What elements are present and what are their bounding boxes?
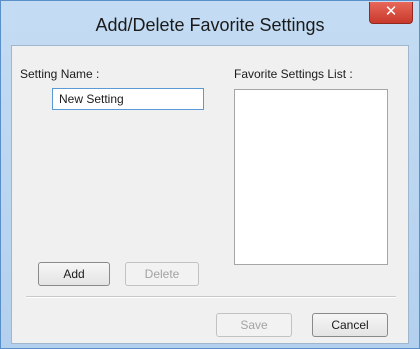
save-button[interactable]: Save [216, 313, 292, 337]
dialog-window: Add/Delete Favorite Settings ✕ Setting N… [0, 0, 420, 349]
divider [26, 296, 396, 298]
setting-name-label: Setting Name : [20, 67, 100, 81]
add-button[interactable]: Add [38, 262, 110, 286]
dialog-body: Setting Name : Favorite Settings List : … [11, 45, 409, 344]
favorite-settings-list-label: Favorite Settings List : [234, 67, 353, 81]
setting-name-input[interactable] [52, 88, 204, 110]
close-button[interactable]: ✕ [369, 2, 413, 24]
favorite-settings-list[interactable] [234, 89, 388, 265]
close-icon: ✕ [384, 3, 398, 20]
delete-button[interactable]: Delete [125, 262, 199, 286]
cancel-button[interactable]: Cancel [312, 313, 388, 337]
dialog-title: Add/Delete Favorite Settings [95, 15, 325, 35]
title-bar[interactable]: Add/Delete Favorite Settings ✕ [1, 1, 419, 45]
